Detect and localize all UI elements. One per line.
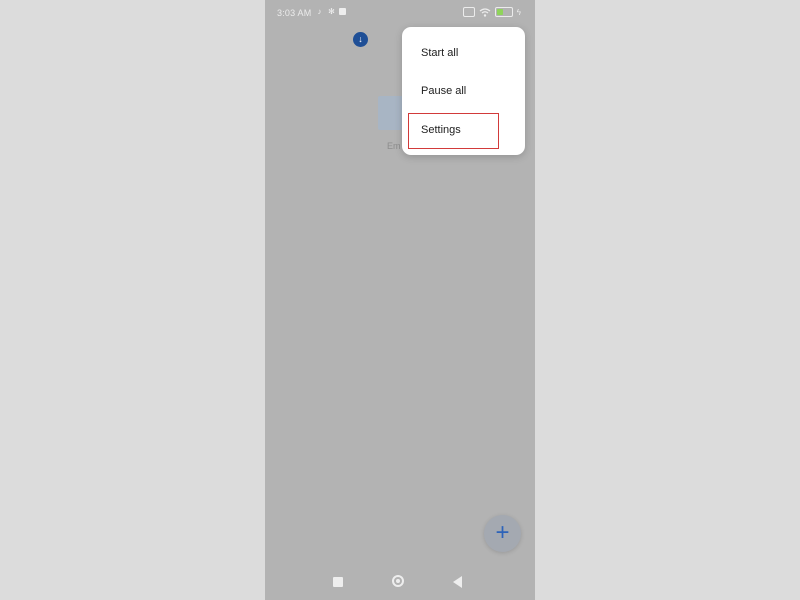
- status-system-icons: ϟ: [462, 7, 521, 17]
- app-icon: [339, 8, 346, 15]
- charge-icon: ϟ: [516, 7, 521, 17]
- arrow-down-icon[interactable]: ↓: [353, 32, 368, 47]
- menu-item-start-all[interactable]: Start all: [402, 34, 525, 72]
- tiktok-icon: ♪: [317, 7, 322, 16]
- home-icon-dot: [396, 579, 400, 583]
- overflow-menu: Start all Pause all Settings: [402, 27, 525, 155]
- status-time: 3:03 AM: [277, 8, 312, 18]
- home-icon[interactable]: [392, 575, 404, 587]
- status-notification-icons: ♪ ✻: [315, 7, 346, 16]
- status-bar: 3:03 AM ♪ ✻ ϟ: [265, 0, 535, 24]
- sim-icon: [462, 7, 475, 17]
- screenshot-canvas: 3:03 AM ♪ ✻ ϟ ↓ Em Start all Pause all S…: [0, 0, 800, 600]
- recents-icon[interactable]: [333, 577, 343, 587]
- settings-highlight-box: [408, 113, 499, 149]
- battery-level: [496, 9, 503, 15]
- wifi-icon: [479, 7, 491, 17]
- gear-icon: ✻: [328, 7, 335, 16]
- menu-item-pause-all[interactable]: Pause all: [402, 72, 525, 110]
- phone-screen: 3:03 AM ♪ ✻ ϟ ↓ Em Start all Pause all S…: [265, 0, 535, 600]
- add-download-button[interactable]: +: [484, 515, 521, 552]
- battery-icon: [494, 7, 513, 17]
- empty-state-text: Em: [387, 141, 401, 151]
- back-icon[interactable]: [453, 576, 462, 588]
